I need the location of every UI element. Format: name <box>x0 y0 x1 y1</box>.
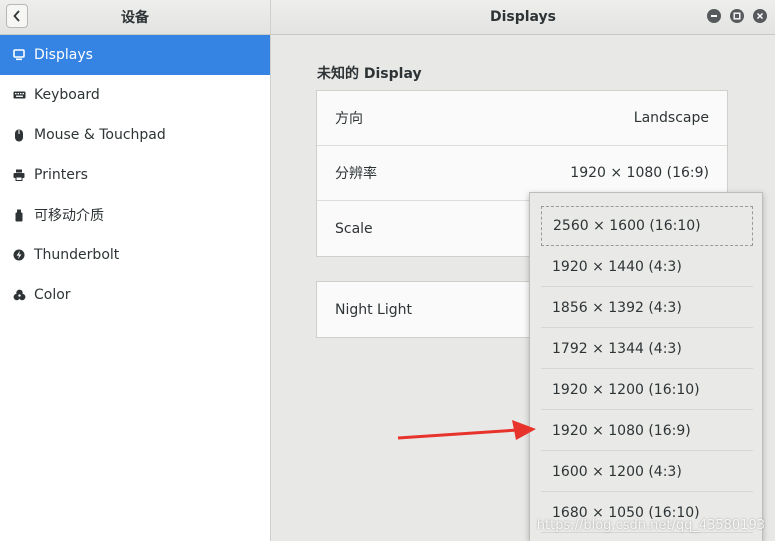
display-icon <box>12 48 26 62</box>
resolution-option[interactable]: 1600 × 1200 (4:3) <box>541 452 753 492</box>
annotation-arrow-icon <box>397 420 536 440</box>
sidebar: Displays Keyboard Mouse & Touchpad Print… <box>0 35 271 541</box>
maximize-button[interactable] <box>730 9 744 23</box>
thunderbolt-icon <box>12 248 26 262</box>
sidebar-item-label: 可移动介质 <box>34 208 104 224</box>
sidebar-item-label: Color <box>34 287 71 303</box>
sidebar-item-thunderbolt[interactable]: Thunderbolt <box>0 235 270 275</box>
sidebar-item-displays[interactable]: Displays <box>0 35 270 75</box>
printer-icon <box>12 168 26 182</box>
orientation-row[interactable]: 方向 Landscape <box>317 91 727 146</box>
sidebar-item-label: Keyboard <box>34 87 100 103</box>
sidebar-item-mouse[interactable]: Mouse & Touchpad <box>0 115 270 155</box>
sidebar-item-label: Printers <box>34 167 88 183</box>
scale-label: Scale <box>335 220 373 237</box>
color-icon <box>12 288 26 302</box>
keyboard-icon <box>12 88 26 102</box>
panel-title: Displays <box>489 9 557 25</box>
sidebar-item-removable-media[interactable]: 可移动介质 <box>0 195 270 235</box>
resolution-option[interactable]: 1920 × 1080 (16:9) <box>541 411 753 451</box>
sidebar-item-label: Mouse & Touchpad <box>34 127 166 143</box>
watermark: https://blog.csdn.net/qq_43580193 <box>536 518 765 533</box>
orientation-label: 方向 <box>335 111 363 127</box>
resolution-label: 分辨率 <box>335 166 377 182</box>
close-button[interactable] <box>753 9 767 23</box>
resolution-option[interactable]: 1856 × 1392 (4:3) <box>541 288 753 328</box>
resolution-popover: 2560 × 1600 (16:10) 1920 × 1440 (4:3) 18… <box>529 192 763 541</box>
mouse-icon <box>12 128 26 142</box>
header-bar: 设备 Displays <box>0 0 775 35</box>
maximize-icon <box>733 12 741 20</box>
resolution-value: 1920 × 1080 (16:9) <box>570 165 709 181</box>
night-light-label: Night Light <box>335 301 412 318</box>
display-name-heading: 未知的 Display <box>317 66 422 82</box>
resolution-option[interactable]: 1792 × 1344 (4:3) <box>541 329 753 369</box>
sidebar-item-keyboard[interactable]: Keyboard <box>0 75 270 115</box>
sidebar-title: 设备 <box>121 10 149 26</box>
minimize-button[interactable] <box>707 9 721 23</box>
orientation-value: Landscape <box>633 110 709 126</box>
minimize-icon <box>711 15 717 17</box>
sidebar-item-label: Displays <box>34 47 93 63</box>
close-icon <box>756 12 764 20</box>
resolution-option[interactable]: 1920 × 1440 (4:3) <box>541 247 753 287</box>
resolution-option[interactable]: 1920 × 1200 (16:10) <box>541 370 753 410</box>
sidebar-item-printers[interactable]: Printers <box>0 155 270 195</box>
resolution-option[interactable]: 2560 × 1600 (16:10) <box>541 206 753 246</box>
removable-media-icon <box>12 208 26 222</box>
sidebar-item-color[interactable]: Color <box>0 275 270 315</box>
sidebar-item-label: Thunderbolt <box>34 247 120 263</box>
